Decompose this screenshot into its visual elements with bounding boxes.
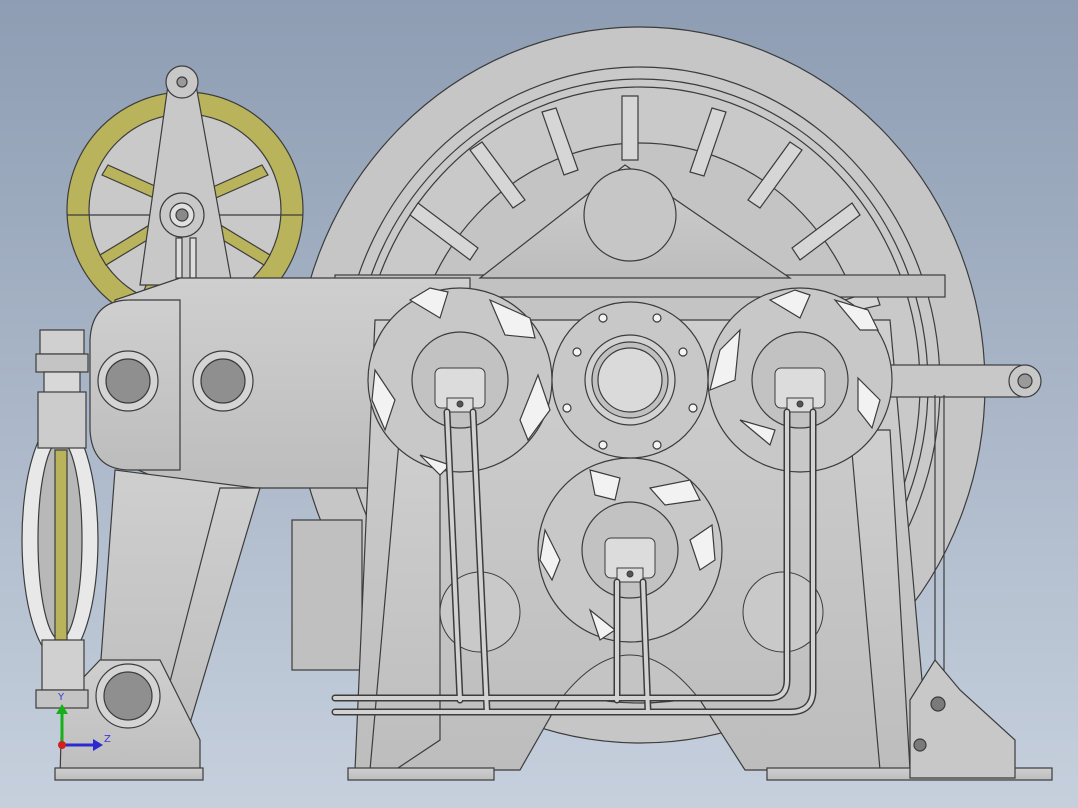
triad-y-label: Y bbox=[57, 692, 65, 703]
triad-z-label: Z bbox=[104, 734, 111, 745]
cad-viewport[interactable]: Y Z bbox=[0, 0, 1078, 808]
central-hub bbox=[551, 301, 709, 459]
left-brake-shaft bbox=[21, 329, 99, 709]
winch-model-drawing[interactable]: Y Z bbox=[0, 0, 1078, 808]
